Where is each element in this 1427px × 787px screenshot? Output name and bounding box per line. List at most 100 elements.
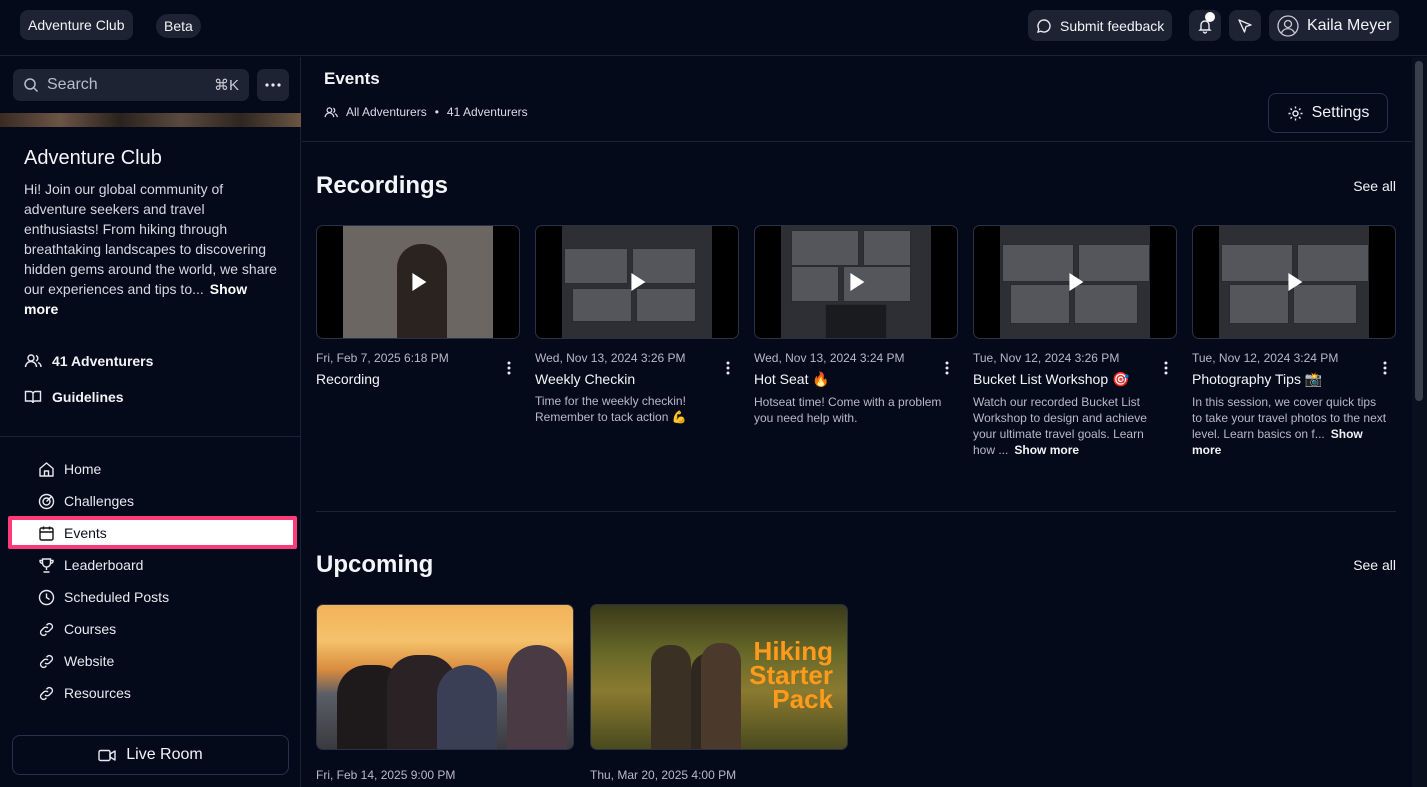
sidebar-item-label: Scheduled Posts [64,589,170,605]
recording-date: Wed, Nov 13, 2024 3:26 PM [535,351,686,365]
chat-bubble-icon [1037,18,1051,33]
recording-card[interactable]: Wed, Nov 13, 2024 3:26 PM Weekly Checkin… [535,225,739,425]
sidebar-item-label: Leaderboard [64,557,144,573]
sidebar-item-challenges[interactable]: Challenges [38,489,288,513]
sidebar-item-leaderboard[interactable]: Leaderboard [38,553,288,577]
vertical-ellipsis-icon [1164,361,1168,375]
sidebar-item-courses[interactable]: Courses [38,617,288,641]
user-menu[interactable]: Kaila Meyer [1269,10,1400,41]
recordings-see-all-link[interactable]: See all [1353,178,1396,194]
sidebar-item-label: Challenges [64,493,135,509]
overlay-line: Pack [772,684,833,714]
settings-button[interactable]: Settings [1268,93,1388,133]
top-bar: Adventure Club Beta Submit feedback Kail… [0,0,1427,56]
sidebar-item-home[interactable]: Home [38,457,288,481]
sidebar-item-website[interactable]: Website [38,649,288,673]
gear-icon [1288,106,1303,120]
upcoming-event-card[interactable]: Hiking Starter Pack Thu, Mar 20, 2025 4:… [590,604,848,782]
event-image[interactable]: Hiking Starter Pack [590,604,848,750]
book-icon [24,390,42,404]
breadcrumb-group[interactable]: All Adventurers [346,105,427,119]
recording-menu-button[interactable] [500,359,518,377]
section-divider [316,511,1396,512]
recording-menu-button[interactable] [719,359,737,377]
recording-title: Bucket List Workshop 🎯 [973,371,1130,387]
recording-card[interactable]: Wed, Nov 13, 2024 3:24 PM Hot Seat 🔥 Hot… [754,225,958,426]
recording-card[interactable]: Tue, Nov 12, 2024 3:24 PM Photography Ti… [1192,225,1396,458]
breadcrumb: All Adventurers • 41 Adventurers [324,105,528,119]
vertical-ellipsis-icon [726,361,730,375]
upcoming-title: Upcoming [316,551,434,578]
direct-messages-button[interactable] [1229,10,1261,41]
sidebar-item-label: Home [64,461,102,477]
search-placeholder: Search [47,76,98,93]
play-icon [1069,273,1084,291]
ellipsis-icon [265,83,281,87]
settings-label: Settings [1311,104,1370,121]
avatar-icon [1277,14,1299,37]
recording-description: Time for the weekly checkin! Remember to… [535,394,687,424]
recording-thumbnail[interactable] [535,225,739,339]
recording-title: Weekly Checkin [535,371,636,387]
upcoming-event-card[interactable]: Fri, Feb 14, 2025 9:00 PM [316,604,574,782]
sidebar-item-events[interactable]: Events [38,521,288,545]
submit-feedback-button[interactable]: Submit feedback [1028,10,1173,41]
recording-card[interactable]: Fri, Feb 7, 2025 6:18 PM Recording [316,225,520,387]
video-camera-icon [98,749,116,761]
community-name: Adventure Club [28,17,125,33]
members-label: 41 Adventurers [52,353,154,369]
vertical-ellipsis-icon [945,361,949,375]
members-link[interactable]: 41 Adventurers [24,353,153,369]
event-image-overlay-text: Hiking Starter Pack [749,638,833,714]
live-room-button[interactable]: Live Room [12,735,289,775]
sidebar-item-label: Events [64,525,107,541]
recording-menu-button[interactable] [938,359,956,377]
sidebar-item-scheduled-posts[interactable]: Scheduled Posts [38,585,288,609]
main-content: Events All Adventurers • 41 Adventurers … [302,57,1412,787]
event-date: Fri, Feb 14, 2025 9:00 PM [316,768,456,782]
calendar-icon [39,526,54,541]
more-options-button[interactable] [257,69,289,101]
notification-dot [1205,12,1215,22]
vertical-ellipsis-icon [507,361,511,375]
search-input[interactable]: Search ⌘K [13,69,249,101]
recording-thumbnail[interactable] [973,225,1177,339]
recording-date: Wed, Nov 13, 2024 3:24 PM [754,351,905,365]
event-image[interactable] [316,604,574,750]
club-description-text: Hi! Join our global community of adventu… [24,181,277,297]
recording-date: Tue, Nov 12, 2024 3:26 PM [973,351,1120,365]
link-icon [39,654,54,668]
search-icon [24,78,39,93]
recording-thumbnail[interactable] [1192,225,1396,339]
sidebar-item-resources[interactable]: Resources [38,681,288,705]
guidelines-link[interactable]: Guidelines [24,389,124,405]
sidebar-item-label: Resources [64,685,131,701]
send-arrow-icon [1238,18,1252,33]
play-icon [850,273,865,291]
recording-title: Photography Tips 📸 [1192,371,1323,387]
show-more-link[interactable]: Show more [1014,443,1079,457]
recording-thumbnail[interactable] [754,225,958,339]
play-icon [1288,273,1303,291]
scrollbar-thumb[interactable] [1415,61,1423,401]
recording-menu-button[interactable] [1376,359,1394,377]
upcoming-see-all-link[interactable]: See all [1353,557,1396,573]
sidebar-item-label: Courses [64,621,117,637]
notifications-button[interactable] [1189,10,1221,41]
live-room-label: Live Room [126,746,203,763]
recording-menu-button[interactable] [1157,359,1175,377]
link-icon [39,622,54,636]
club-banner-image [0,113,301,127]
club-title: Adventure Club [24,147,162,169]
scrollbar[interactable] [1412,57,1427,787]
breadcrumb-count: 41 Adventurers [446,105,528,119]
clock-icon [38,589,55,605]
recording-date: Fri, Feb 7, 2025 6:18 PM [316,351,449,365]
breadcrumb-separator: • [434,105,439,119]
page-title: Events [324,69,380,88]
recording-card[interactable]: Tue, Nov 12, 2024 3:26 PM Bucket List Wo… [973,225,1177,458]
community-switcher[interactable]: Adventure Club [20,10,133,40]
recording-thumbnail[interactable] [316,225,520,339]
beta-label: Beta [164,18,193,34]
play-icon [631,273,646,291]
